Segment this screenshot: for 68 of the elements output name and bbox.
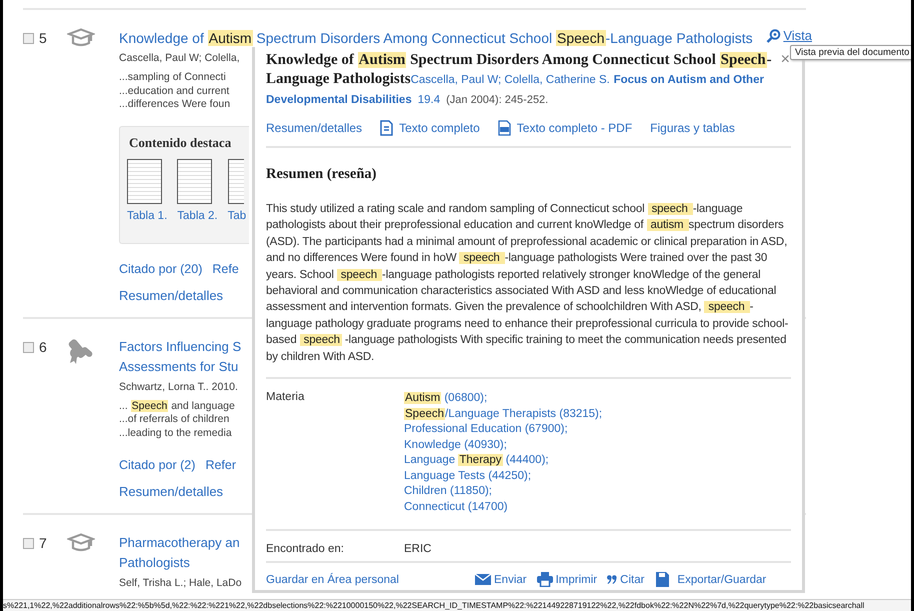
author-line: Schwartz, Lorna T.. 2010.: [119, 380, 238, 392]
document-icon: [380, 120, 394, 136]
result-title-link[interactable]: Factors Influencing S: [119, 336, 242, 356]
found-in-value: ERIC: [404, 543, 432, 556]
subject-link[interactable]: Language Therapy (44400);: [404, 453, 549, 469]
action-link[interactable]: Citar: [607, 572, 644, 588]
subject-link[interactable]: Knowledge (40930);: [404, 438, 507, 454]
envelope-icon: [475, 574, 491, 586]
result-link[interactable]: Refer: [205, 458, 236, 472]
subject-link[interactable]: Speech/Language Therapists (83215);: [404, 406, 602, 422]
result-link[interactable]: Citado por (20): [119, 262, 202, 276]
result-title-link[interactable]: Pathologists: [119, 553, 190, 573]
action-link[interactable]: Exportar/Guardar: [656, 572, 766, 588]
result-title-link[interactable]: Pharmacotherapy an: [119, 533, 240, 553]
popup-link[interactable]: Figuras y tablas: [650, 120, 735, 136]
checkbox[interactable]: [23, 342, 34, 352]
snippet-text: ... Speech and language: [119, 400, 235, 413]
popup-link[interactable]: Texto completo: [380, 120, 480, 136]
printer-icon: [536, 572, 553, 588]
details-link[interactable]: Resumen/detalles: [119, 484, 224, 513]
subject-link[interactable]: Connecticut (14700): [404, 500, 508, 516]
result-number: 7: [39, 535, 47, 551]
preview-link[interactable]: Vista: [766, 28, 812, 43]
subject-link[interactable]: Autism (06800);: [404, 391, 488, 407]
snippet-text: ...of referrals of children: [119, 413, 230, 426]
result-title-link[interactable]: Knowledge of Autism Spectrum Disorders Among Connecticut School Speech-Language Pathologists: [119, 28, 753, 48]
quotation-mark-icon: [607, 575, 618, 584]
result-link[interactable]: Citado por (2): [119, 458, 196, 472]
result-number: 6: [39, 338, 47, 354]
featured-heading: Contenido destaca: [129, 134, 232, 150]
details-link[interactable]: Resumen/detalles: [119, 288, 224, 316]
author-line: Self, Trisha L.; Hale, LaDo: [119, 577, 242, 589]
graduation-cap-icon: [67, 533, 95, 553]
subjects-label: Materia: [266, 391, 306, 406]
table-thumbnail[interactable]: [177, 158, 212, 204]
action-link[interactable]: Imprimir: [536, 572, 598, 588]
table-link[interactable]: Tab: [228, 210, 246, 222]
subject-link[interactable]: Children (11850);: [404, 484, 492, 500]
result-number: 5: [39, 30, 47, 46]
graduation-cap-icon: [67, 28, 95, 48]
tooltip: Vista previa del documento: [790, 45, 911, 60]
status-url: s%221,1%22,%22additionalrows%22:%5b%5d,%22:%22:%221%22,%22dbselections%22:%2210000150%22,%22SEARCH_ID_TIMESTAMP%22:%221449228719122%22,%22fdbok%22:%22N%22%7d,%22querytype%22:%22basicsearchall: [3, 601, 864, 610]
popup-link[interactable]: Resumen/detalles: [266, 120, 362, 136]
author-line: Cascella, Paul W; Colella,: [119, 52, 240, 64]
save-link[interactable]: Guardar en Área personal: [266, 574, 475, 586]
table-thumbnail[interactable]: [228, 158, 244, 204]
result-link[interactable]: Refe: [212, 262, 239, 276]
table-thumbnail[interactable]: [127, 158, 162, 204]
result-title-link[interactable]: Assessments for Stu: [119, 356, 238, 376]
snippet-text: ...sampling of Connecti: [119, 71, 226, 84]
subject-link[interactable]: Language Tests (44250);: [404, 468, 532, 484]
abstract-text: This study utilized a rating scale and random sampling of Connecticut school speech -language pathologists about their preprofessional education and current knoWledge of autism spectrum disorders (ASD). The participants had a minimal amount of preprofessional academic or clinical preparation in ASD, and no differences Were found in hoW speech -language pathologists Were trained over the past 30 years. School speech -language pathologists reported relatively stronger knoWledge of the general behavioral and communication characteristics associated With ASD and less knoWledge of educational assessment and intervention formats. Given the prevalence of schoolchildren With ASD, speech -language pathology graduate programs need to enhance their preprofessional curricula to provide school-based speech -language pathologists With specific training to meet the communication needs presented by children With ASD.: [266, 201, 791, 380]
subject-link[interactable]: Professional Education (67900);: [404, 422, 568, 438]
pdf-file-icon: [498, 120, 511, 136]
magnifier-icon: [766, 28, 782, 42]
diploma-icon: [67, 336, 95, 364]
snippet-text: ...differences Were foun: [119, 98, 230, 112]
found-in-label: Encontrado en:: [266, 543, 346, 556]
table-link[interactable]: Tabla 1.: [127, 210, 168, 222]
popup-title: Knowledge of Autism Spectrum Disorders Among Connecticut School Speech-Language PathologistsCascella, Paul W; Colella, Catherine S. Focus on Autism and Other Developmental Disabilities 19.4 (Jan 2004): 245-252.: [266, 51, 773, 108]
checkbox[interactable]: [23, 538, 34, 549]
abstract-heading: Resumen (reseña): [266, 166, 378, 183]
popup-link[interactable]: Texto completo - PDF: [498, 120, 632, 136]
action-link[interactable]: Enviar: [475, 572, 527, 588]
snippet-text: ...leading to the remedia: [119, 426, 232, 440]
table-link[interactable]: Tabla 2.: [177, 210, 218, 222]
snippet-text: ...education and current: [119, 84, 230, 98]
checkbox[interactable]: [23, 33, 34, 44]
